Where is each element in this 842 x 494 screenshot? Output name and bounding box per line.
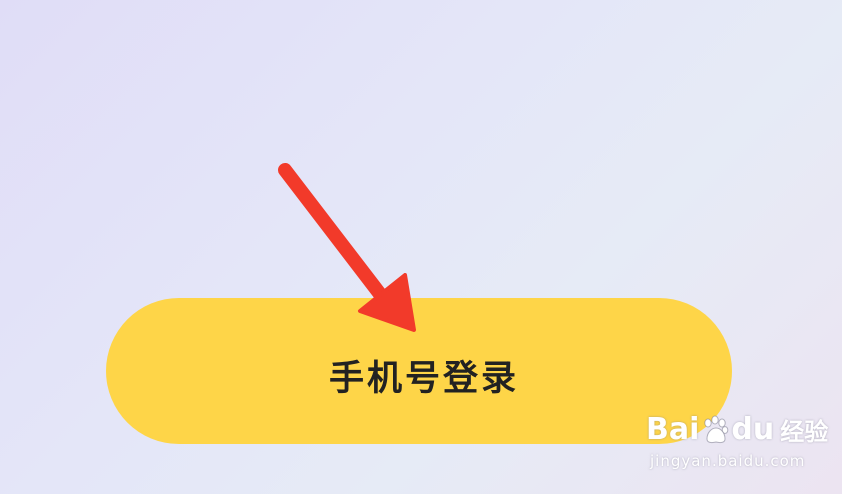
watermark-brand-prefix: Bai: [646, 412, 700, 447]
watermark-url: jingyan.baidu.com: [650, 452, 806, 470]
baidu-jingyan-watermark: Bai du 经验 jingyan.baidu.com: [646, 402, 836, 482]
baidu-paw-icon: [704, 415, 729, 443]
watermark-brand-suffix: du: [731, 412, 775, 447]
watermark-product: 经验: [780, 418, 829, 446]
watermark-logo: Bai du 经验: [646, 412, 828, 447]
